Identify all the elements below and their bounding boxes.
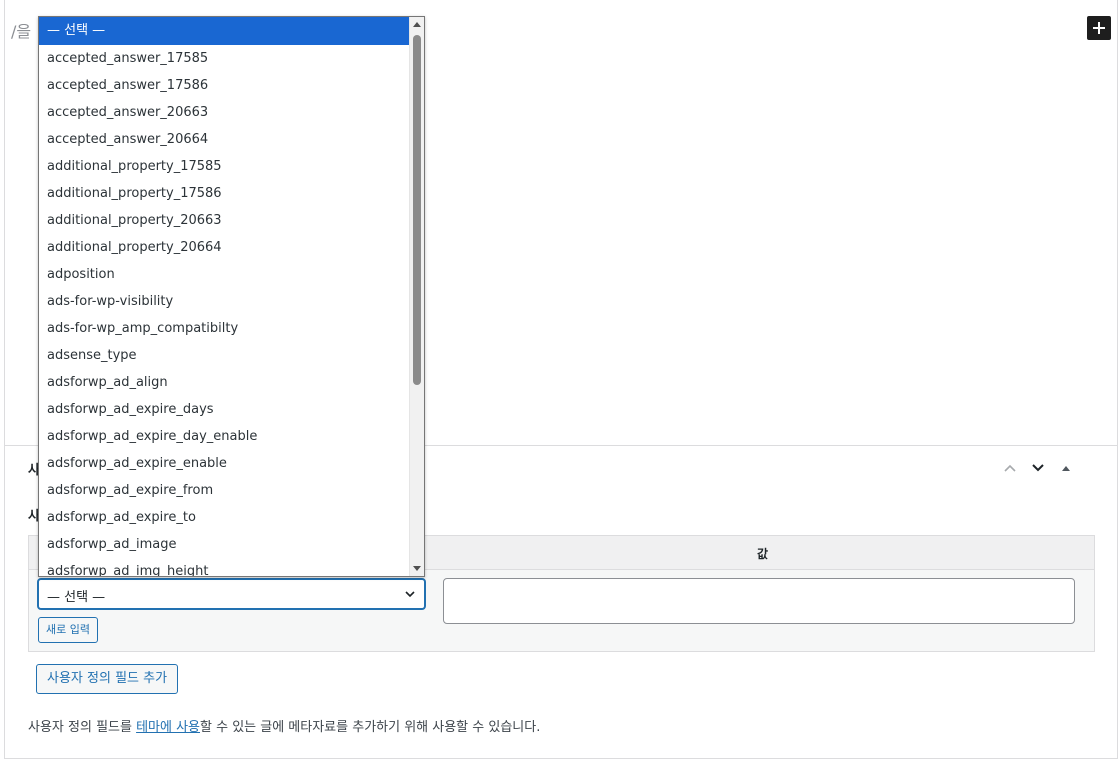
dropdown-option[interactable]: additional_property_17586	[39, 180, 410, 207]
help-text: 사용자 정의 필드를 테마에 사용할 수 있는 글에 메타자료를 추가하기 위해…	[28, 716, 540, 735]
dropdown-option[interactable]: adsforwp_ad_expire_day_enable	[39, 423, 410, 450]
add-block-button[interactable]	[1087, 16, 1111, 40]
panel-controls	[996, 458, 1080, 478]
chevron-up-icon	[1004, 464, 1016, 472]
dropdown-option[interactable]: adposition	[39, 261, 410, 288]
dropdown-option[interactable]: adsforwp_ad_expire_from	[39, 477, 410, 504]
plus-icon	[1093, 22, 1105, 34]
dropdown-option-selected[interactable]: — 선택 —	[39, 17, 410, 45]
dropdown-option[interactable]: adsforwp_ad_expire_days	[39, 396, 410, 423]
triangle-up-icon	[1062, 466, 1070, 471]
dropdown-option[interactable]: adsense_type	[39, 342, 410, 369]
add-custom-field-button[interactable]: 사용자 정의 필드 추가	[36, 664, 179, 694]
dropdown-option[interactable]: accepted_answer_20664	[39, 126, 410, 153]
dropdown-option[interactable]: accepted_answer_20663	[39, 99, 410, 126]
dropdown-option[interactable]: adsforwp_ad_align	[39, 369, 410, 396]
dropdown-option[interactable]: additional_property_17585	[39, 153, 410, 180]
value-textarea[interactable]	[443, 578, 1075, 624]
move-up-button[interactable]	[996, 458, 1024, 478]
chevron-down-icon	[405, 591, 415, 598]
key-select-value: — 선택 —	[47, 590, 106, 605]
dropdown-option[interactable]: adsforwp_ad_expire_enable	[39, 450, 410, 477]
dropdown-option[interactable]: adsforwp_ad_expire_to	[39, 504, 410, 531]
dropdown-scrollbar[interactable]	[409, 17, 424, 576]
help-text-after: 할 수 있는 글에 메타자료를 추가하기 위해 사용할 수 있습니다.	[200, 720, 541, 735]
move-down-button[interactable]	[1024, 458, 1052, 478]
scrollbar-thumb[interactable]	[413, 35, 421, 385]
dropdown-option[interactable]: additional_property_20663	[39, 207, 410, 234]
scroll-up-arrow-icon[interactable]	[413, 22, 421, 27]
theme-usage-link[interactable]: 테마에 사용	[136, 720, 200, 735]
dropdown-option[interactable]: accepted_answer_17585	[39, 45, 410, 72]
value-column-header: 값	[757, 547, 769, 561]
dropdown-option[interactable]: ads-for-wp_amp_compatibilty	[39, 315, 410, 342]
dropdown-option[interactable]: additional_property_20664	[39, 234, 410, 261]
help-text-before: 사용자 정의 필드를	[28, 720, 137, 735]
dropdown-option[interactable]: adsforwp_ad_image	[39, 531, 410, 558]
dropdown-option[interactable]: adsforwp_ad_img_height	[39, 558, 410, 576]
new-entry-button[interactable]: 새로 입력	[38, 617, 98, 643]
key-dropdown-list[interactable]: — 선택 — accepted_answer_17585 accepted_answ…	[38, 16, 425, 577]
toggle-panel-button[interactable]	[1052, 458, 1080, 478]
dropdown-option[interactable]: accepted_answer_17586	[39, 72, 410, 99]
dropdown-option[interactable]: ads-for-wp-visibility	[39, 288, 410, 315]
chevron-down-icon	[1032, 464, 1044, 472]
block-placeholder-text: /을	[11, 22, 32, 41]
scroll-down-arrow-icon[interactable]	[413, 566, 421, 571]
key-select[interactable]: — 선택 —	[38, 579, 425, 609]
dropdown-options: — 선택 — accepted_answer_17585 accepted_answ…	[39, 17, 410, 576]
